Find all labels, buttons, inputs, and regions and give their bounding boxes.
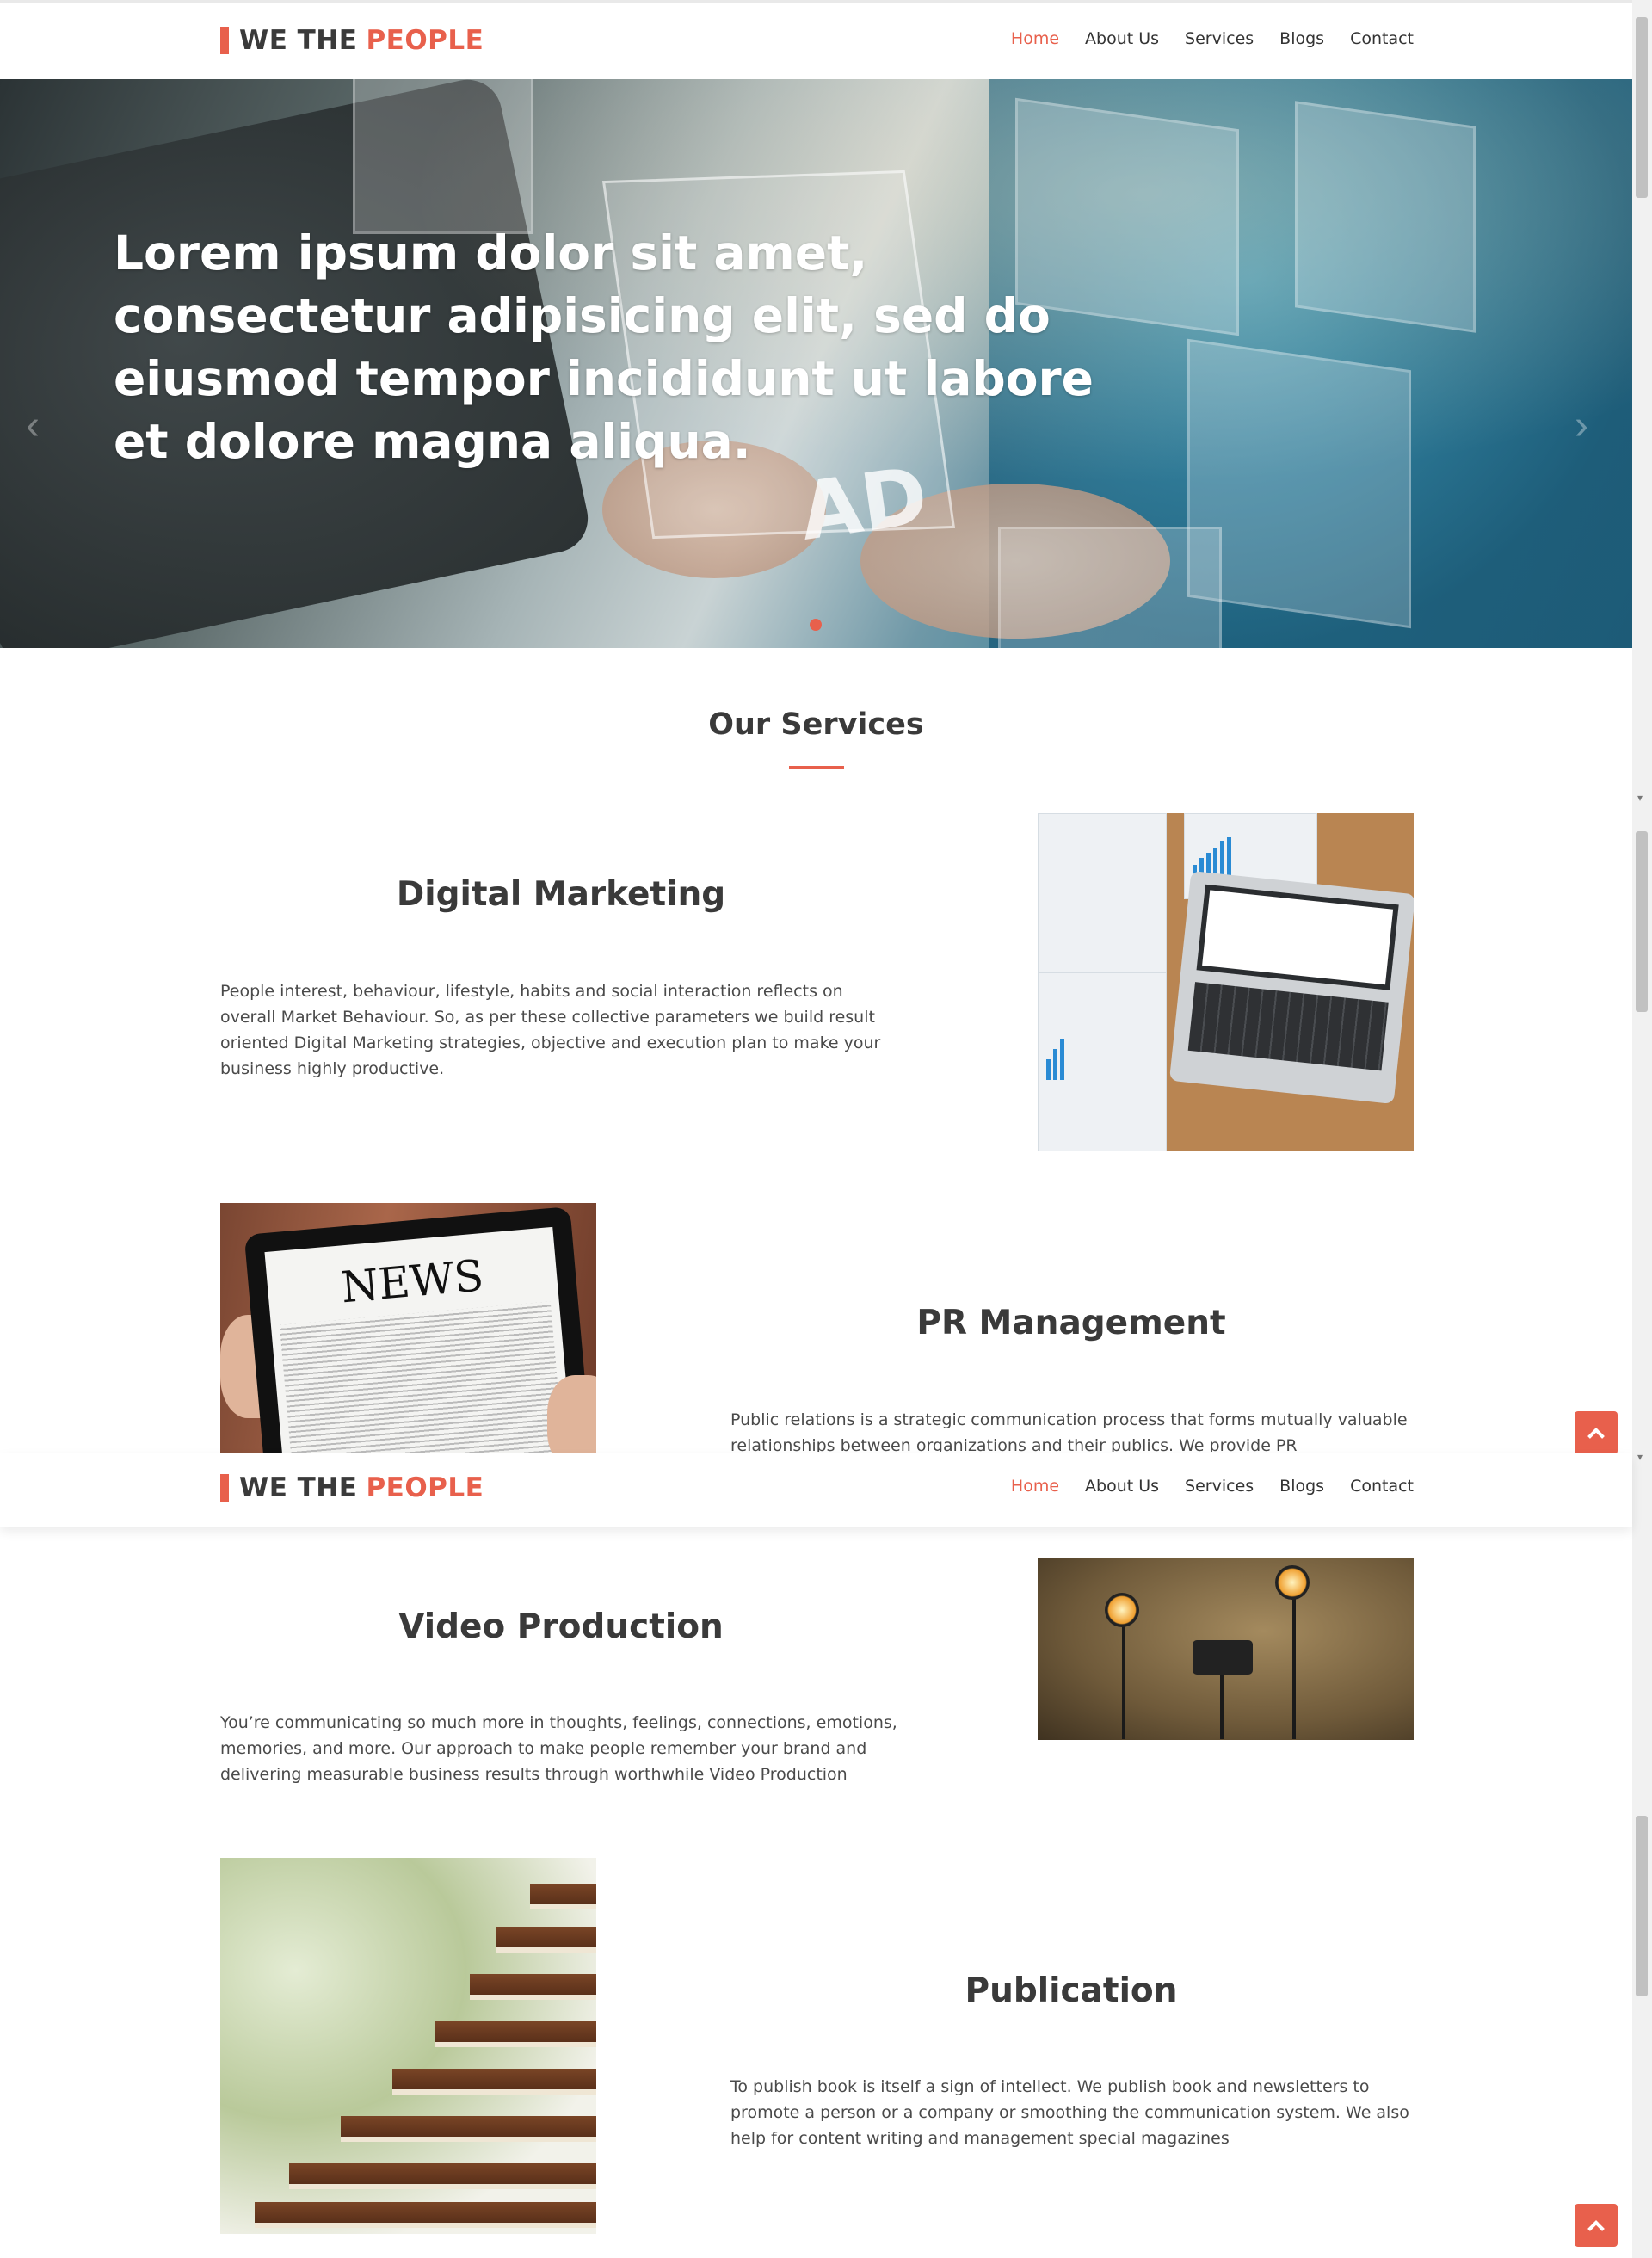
digital-marketing-text: People interest, behaviour, lifestyle, h… [220,982,881,1078]
chevron-up-icon [1587,1428,1605,1445]
logo-text-main: WE THE [239,25,358,56]
main-nav: Home About Us Services Blogs Contact [1011,29,1414,48]
hero-title: Lorem ipsum dolor sit amet, consectetur … [114,225,1094,469]
logo[interactable]: WE THE PEOPLE [220,1472,484,1503]
nav-contact[interactable]: Contact [1350,29,1414,48]
publication-text: To publish book is itself a sign of inte… [730,2077,1409,2148]
publication-image [220,1858,596,2234]
pr-management-image: NEWS [220,1203,596,1468]
scroll-to-top-button[interactable] [1575,1411,1618,1454]
chevron-up-icon [1587,2220,1605,2237]
pr-management-heading: PR Management [916,1304,1226,1342]
video-production-text: You’re communicating so much more in tho… [220,1713,897,1784]
nav-about-us[interactable]: About Us [1085,1477,1159,1496]
scrollbar-lower[interactable] [1632,1463,1652,2258]
logo-text-accent: PEOPLE [366,1472,484,1503]
pr-management-text: Public relations is a strategic communic… [730,1410,1408,1452]
scrollbar-upper[interactable]: ▾ ▾ [1632,0,1652,1463]
digital-marketing-heading: Digital Marketing [396,875,726,914]
logo-bar [220,1474,229,1502]
nav-blogs[interactable]: Blogs [1279,1477,1324,1496]
hero-network-tile [998,527,1222,648]
scrollbar-thumb[interactable] [1636,831,1648,1012]
digital-marketing-image [1038,813,1414,1151]
chevron-left-icon[interactable]: ‹ [26,402,40,449]
nav-home[interactable]: Home [1011,1477,1059,1496]
logo[interactable]: WE THE PEOPLE [220,25,484,56]
hero-carousel: AD Lorem ipsum dolor sit amet, consectet… [0,79,1632,648]
scroll-to-top-button[interactable] [1575,2204,1618,2247]
services-title: Our Services [708,707,924,742]
logo-bar [220,27,229,54]
services-title-underline [789,766,844,769]
video-production-heading: Video Production [398,1607,724,1646]
sticky-header: WE THE PEOPLE Home About Us Services Blo… [0,1453,1632,1527]
nav-services[interactable]: Services [1185,29,1254,48]
main-nav: Home About Us Services Blogs Contact [1011,1477,1414,1496]
chevron-right-icon[interactable]: › [1575,402,1588,449]
nav-blogs[interactable]: Blogs [1279,29,1324,48]
nav-contact[interactable]: Contact [1350,1477,1414,1496]
site-header: WE THE PEOPLE Home About Us Services Blo… [0,3,1632,79]
publication-heading: Publication [965,1971,1178,2010]
nav-services[interactable]: Services [1185,1477,1254,1496]
scrollbar-thumb[interactable] [1636,17,1648,198]
hero-mail-tile [353,79,533,234]
video-production-image [1038,1558,1414,1740]
scroll-down-arrow-icon[interactable]: ▾ [1637,1451,1643,1463]
hero-mobile-tile [1295,101,1476,333]
carousel-indicator-dot[interactable] [810,619,822,631]
laptop-shape [1168,870,1414,1105]
scrollbar-thumb[interactable] [1636,1816,1648,1996]
camera-shape [1193,1640,1253,1675]
logo-text-main: WE THE [239,1472,358,1503]
scroll-down-arrow-icon[interactable]: ▾ [1637,792,1643,804]
nav-about-us[interactable]: About Us [1085,29,1159,48]
logo-text-accent: PEOPLE [366,25,484,56]
nav-home[interactable]: Home [1011,29,1059,48]
